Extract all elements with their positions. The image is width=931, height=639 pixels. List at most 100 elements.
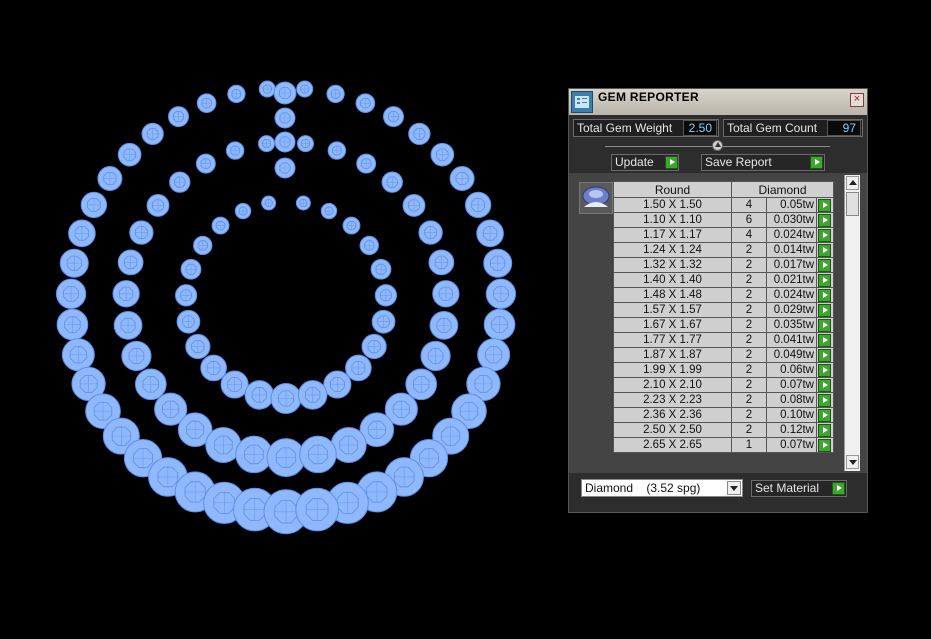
set-material-button[interactable]: Set Material bbox=[751, 480, 847, 497]
gem-stone[interactable] bbox=[113, 311, 143, 340]
gem-stone[interactable] bbox=[402, 194, 426, 217]
chevron-down-icon[interactable] bbox=[727, 481, 741, 495]
gem-stone[interactable] bbox=[356, 153, 377, 174]
gem-stone[interactable] bbox=[234, 202, 252, 220]
gem-stone[interactable] bbox=[196, 93, 217, 114]
table-row[interactable]: 1.48 X 1.48 2 0.024tw bbox=[613, 287, 834, 303]
gem-stone[interactable] bbox=[405, 368, 438, 401]
gem-stone[interactable] bbox=[180, 258, 202, 280]
gem-stone[interactable] bbox=[274, 131, 296, 153]
gem-stone[interactable] bbox=[429, 311, 459, 340]
gem-shape-thumbnail[interactable] bbox=[579, 182, 613, 214]
gem-stone[interactable] bbox=[174, 284, 198, 307]
gem-stone[interactable] bbox=[270, 383, 302, 414]
gem-stone[interactable] bbox=[420, 340, 451, 372]
gem-stone[interactable] bbox=[273, 81, 297, 105]
gem-stone[interactable] bbox=[141, 122, 164, 146]
table-row[interactable]: 1.99 X 1.99 2 0.06tw bbox=[613, 362, 834, 378]
gem-stone[interactable] bbox=[225, 141, 245, 160]
gem-stone[interactable] bbox=[464, 191, 492, 219]
gem-stone[interactable] bbox=[299, 435, 337, 474]
gem-stone[interactable] bbox=[345, 354, 372, 382]
gem-stone[interactable] bbox=[477, 338, 511, 372]
gem-stone[interactable] bbox=[359, 235, 379, 256]
gem-stone[interactable] bbox=[134, 368, 167, 401]
gem-stone[interactable] bbox=[59, 248, 89, 278]
gem-stone[interactable] bbox=[61, 338, 95, 372]
gem-stone[interactable] bbox=[476, 219, 504, 248]
gem-stone[interactable] bbox=[371, 309, 396, 334]
row-select-button[interactable] bbox=[816, 287, 834, 303]
gem-stone[interactable] bbox=[169, 171, 191, 193]
gem-stone[interactable] bbox=[326, 84, 345, 104]
table-row[interactable]: 1.67 X 1.67 2 0.035tw bbox=[613, 317, 834, 333]
gem-stone[interactable] bbox=[121, 340, 152, 372]
gem-stone[interactable] bbox=[483, 308, 516, 341]
table-row[interactable]: 1.10 X 1.10 6 0.030tw bbox=[613, 212, 834, 228]
gem-stone[interactable] bbox=[117, 249, 144, 276]
row-select-button[interactable] bbox=[816, 227, 834, 243]
gem-stone[interactable] bbox=[274, 107, 296, 129]
gem-stone[interactable] bbox=[374, 284, 398, 307]
gem-stone[interactable] bbox=[56, 308, 89, 341]
row-select-button[interactable] bbox=[816, 242, 834, 258]
gem-stone[interactable] bbox=[55, 278, 87, 310]
gem-stone[interactable] bbox=[176, 309, 201, 334]
gem-stone[interactable] bbox=[430, 142, 455, 167]
table-row[interactable]: 1.50 X 1.50 4 0.05tw bbox=[613, 197, 834, 213]
gem-stone[interactable] bbox=[355, 93, 376, 114]
gem-stone[interactable] bbox=[383, 106, 404, 128]
material-select[interactable]: Diamond (3.52 spg) bbox=[581, 479, 743, 497]
gem-stone[interactable] bbox=[129, 220, 154, 245]
save-report-button[interactable]: Save Report bbox=[701, 154, 825, 171]
gem-stone[interactable] bbox=[68, 219, 96, 248]
gem-stone[interactable] bbox=[97, 166, 123, 192]
gem-stone[interactable] bbox=[361, 333, 387, 360]
row-select-button[interactable] bbox=[816, 332, 834, 348]
scroll-up-icon[interactable] bbox=[846, 176, 859, 190]
gem-stone[interactable] bbox=[185, 333, 211, 360]
table-row[interactable]: 1.87 X 1.87 2 0.049tw bbox=[613, 347, 834, 363]
list-scrollbar[interactable] bbox=[844, 175, 860, 471]
gem-stone[interactable] bbox=[320, 202, 338, 220]
title-bar[interactable]: GEM REPORTER × bbox=[569, 89, 867, 115]
gem-stone[interactable] bbox=[200, 354, 227, 382]
scroll-thumb[interactable] bbox=[846, 192, 859, 216]
gem-stone[interactable] bbox=[381, 171, 403, 193]
gem-stone[interactable] bbox=[227, 84, 246, 104]
row-select-button[interactable] bbox=[816, 302, 834, 318]
slider-handle[interactable] bbox=[712, 140, 723, 151]
gem-stone[interactable] bbox=[370, 258, 392, 280]
gem-stone[interactable] bbox=[485, 278, 517, 310]
gem-stone[interactable] bbox=[323, 370, 352, 399]
close-icon[interactable]: × bbox=[850, 93, 864, 107]
gem-stone[interactable] bbox=[80, 191, 108, 219]
row-select-button[interactable] bbox=[816, 317, 834, 333]
gem-stone[interactable] bbox=[418, 220, 443, 245]
gem-stone[interactable] bbox=[220, 370, 249, 399]
row-select-button[interactable] bbox=[816, 392, 834, 408]
gem-stone[interactable] bbox=[274, 157, 296, 179]
gem-stone[interactable] bbox=[295, 195, 311, 211]
update-button[interactable]: Update bbox=[611, 154, 679, 171]
gem-stone[interactable] bbox=[244, 380, 275, 410]
table-row[interactable]: 2.65 X 2.65 1 0.07tw bbox=[613, 437, 834, 453]
row-select-button[interactable] bbox=[816, 362, 834, 378]
gem-stone[interactable] bbox=[483, 248, 513, 278]
gem-stone[interactable] bbox=[296, 80, 314, 98]
gem-stone[interactable] bbox=[193, 235, 213, 256]
table-row[interactable]: 1.77 X 1.77 2 0.041tw bbox=[613, 332, 834, 348]
header-shape[interactable]: Round bbox=[613, 181, 732, 198]
gem-stone[interactable] bbox=[297, 380, 328, 410]
gem-viewport[interactable] bbox=[0, 0, 560, 639]
gem-stone[interactable] bbox=[211, 216, 230, 235]
gem-stone[interactable] bbox=[295, 487, 339, 532]
table-row[interactable]: 1.57 X 1.57 2 0.029tw bbox=[613, 302, 834, 318]
row-select-button[interactable] bbox=[816, 422, 834, 438]
scroll-down-icon[interactable] bbox=[846, 455, 859, 469]
gem-stone[interactable] bbox=[195, 153, 216, 174]
gem-stone[interactable] bbox=[266, 438, 306, 478]
table-row[interactable]: 1.32 X 1.32 2 0.017tw bbox=[613, 257, 834, 273]
gem-stone[interactable] bbox=[146, 194, 170, 217]
gem-stone[interactable] bbox=[296, 135, 314, 153]
